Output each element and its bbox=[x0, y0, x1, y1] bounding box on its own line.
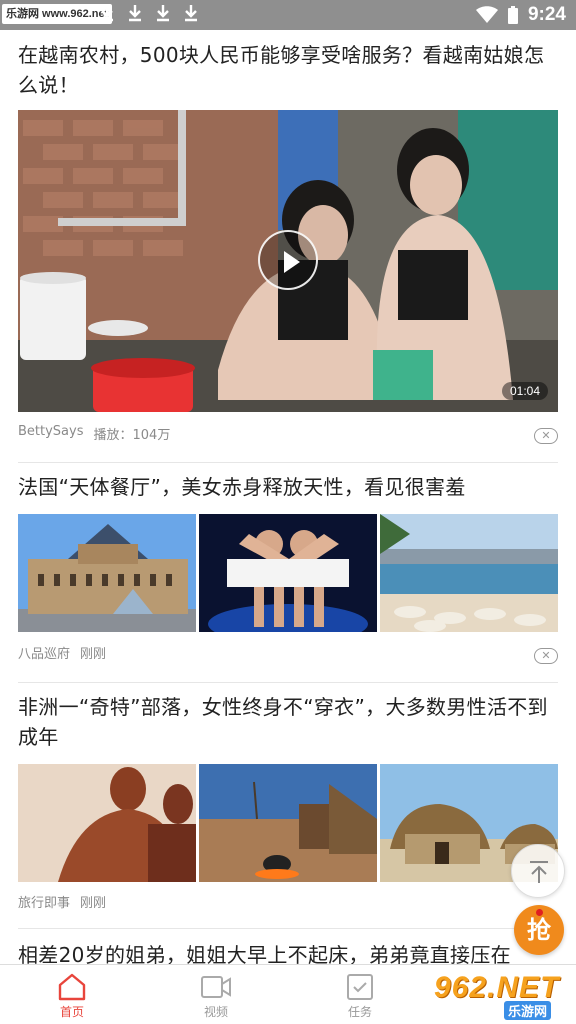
divider bbox=[18, 462, 558, 463]
article-image[interactable] bbox=[380, 514, 558, 632]
article-image[interactable] bbox=[18, 514, 196, 632]
download-icon bbox=[157, 5, 169, 22]
notification-dot bbox=[536, 909, 543, 916]
bottom-nav: 首页 视频 任务 962.NET 乐游网 bbox=[0, 964, 576, 1024]
article-source: BettySays bbox=[18, 424, 84, 439]
article-source: 旅行即事 bbox=[18, 896, 71, 911]
article-time: 刚刚 bbox=[80, 896, 107, 911]
feed-item[interactable]: 非洲一“奇特”部落，女性终身不“穿衣”，大多数男性活不到成年 旅行即事 刚刚 bbox=[18, 692, 558, 911]
watermark-cn: 乐游网 bbox=[504, 1001, 552, 1020]
article-meta: 八品巡府 刚刚 bbox=[18, 643, 106, 662]
article-meta: 旅行即事 刚刚 bbox=[18, 892, 106, 911]
news-feed[interactable]: 在越南农村，500块人民币能够享受啥服务？看越南姑娘怎么说！ 01:04 Bet… bbox=[0, 30, 576, 964]
article-source: 八品巡府 bbox=[18, 647, 71, 662]
article-meta: BettySays 播放：104万 bbox=[18, 424, 170, 443]
arrow-up-icon bbox=[530, 861, 548, 883]
download-icon bbox=[129, 5, 141, 22]
article-title[interactable]: 非洲一“奇特”部落，女性终身不“穿衣”，大多数男性活不到成年 bbox=[18, 692, 558, 752]
article-image[interactable] bbox=[199, 514, 377, 632]
video-icon bbox=[201, 976, 231, 998]
grab-label: 抢 bbox=[527, 916, 551, 944]
watermark-badge: 乐游网 www.962.net bbox=[2, 4, 113, 24]
article-images[interactable] bbox=[18, 764, 558, 882]
battery-icon bbox=[507, 6, 518, 24]
status-bar: 乐游网 www.962.net 9:24 bbox=[0, 0, 576, 30]
clock: 9:24 bbox=[527, 4, 566, 25]
back-to-top-button[interactable] bbox=[511, 844, 565, 898]
divider bbox=[18, 682, 558, 683]
play-button[interactable] bbox=[258, 230, 318, 290]
download-icon bbox=[185, 5, 197, 22]
article-title[interactable]: 法国“天体餐厅”，美女赤身释放天性，看见很害羞 bbox=[18, 472, 558, 502]
watermark-num: 962.NET bbox=[434, 971, 560, 1004]
nav-video[interactable]: 视频 bbox=[176, 965, 256, 1024]
nav-home[interactable]: 首页 bbox=[32, 965, 112, 1024]
dismiss-button[interactable]: ✕ bbox=[534, 428, 558, 444]
divider bbox=[18, 928, 558, 929]
article-images[interactable] bbox=[18, 514, 558, 632]
article-image[interactable] bbox=[199, 764, 377, 882]
grab-button[interactable]: 抢 bbox=[514, 905, 564, 955]
notification-icons bbox=[100, 4, 198, 22]
feed-item[interactable]: 相差20岁的姐弟，姐姐大早上不起床，弟弟竟直接压在 bbox=[18, 940, 558, 964]
download-icon bbox=[101, 5, 113, 22]
watermark-logo: 962.NET 乐游网 bbox=[434, 971, 570, 1020]
nav-task-label: 任务 bbox=[347, 1005, 372, 1019]
article-plays: 播放：104万 bbox=[93, 428, 171, 443]
article-title[interactable]: 相差20岁的姐弟，姐姐大早上不起床，弟弟竟直接压在 bbox=[18, 940, 558, 964]
feed-item[interactable]: 法国“天体餐厅”，美女赤身释放天性，看见很害羞 八品巡府 刚刚 ✕ bbox=[18, 472, 558, 664]
feed-item-video[interactable]: 在越南农村，500块人民币能够享受啥服务？看越南姑娘怎么说！ 01:04 Bet… bbox=[18, 40, 558, 444]
article-title[interactable]: 在越南农村，500块人民币能够享受啥服务？看越南姑娘怎么说！ bbox=[18, 40, 558, 100]
video-duration: 01:04 bbox=[501, 382, 548, 400]
article-image[interactable] bbox=[18, 764, 196, 882]
nav-video-label: 视频 bbox=[203, 1005, 228, 1019]
dismiss-button[interactable]: ✕ bbox=[534, 648, 558, 664]
home-icon bbox=[58, 973, 86, 1001]
video-thumbnail[interactable]: 01:04 bbox=[18, 110, 558, 412]
article-time: 刚刚 bbox=[80, 647, 107, 662]
wifi-icon bbox=[475, 6, 498, 23]
nav-home-label: 首页 bbox=[59, 1005, 84, 1019]
task-icon bbox=[347, 974, 373, 1000]
nav-task[interactable]: 任务 bbox=[320, 965, 400, 1024]
